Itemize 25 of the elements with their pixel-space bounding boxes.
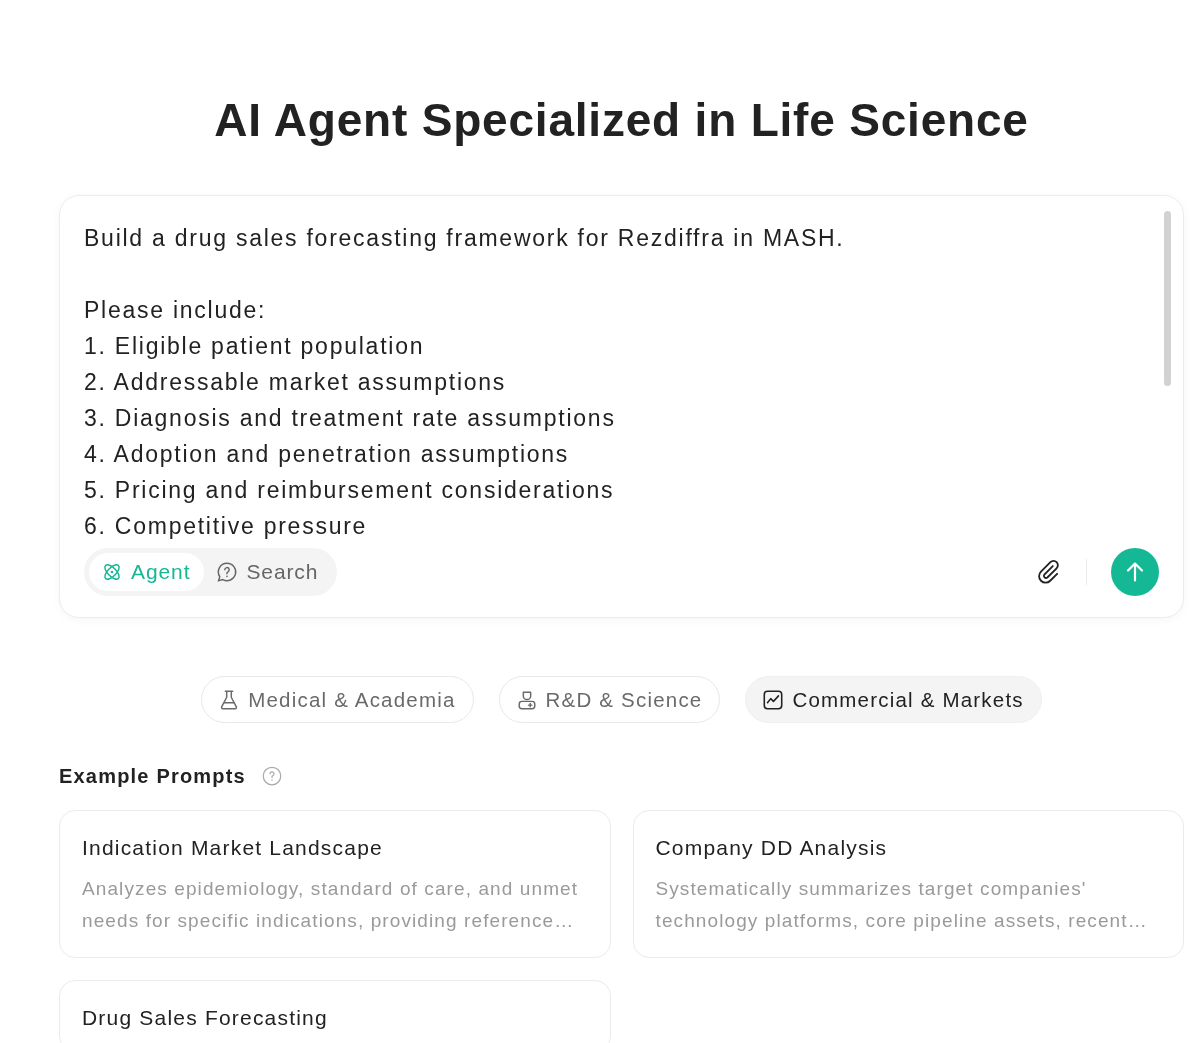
prompt-card[interactable]: Company DD Analysis Systematically summarizes target companies' technology platforms, core pipeline assets, recent… <box>632 810 1184 958</box>
card-title: Indication Market Landscape <box>82 835 384 861</box>
paperclip-icon <box>1036 559 1062 585</box>
section-heading: Example Prompts <box>59 764 246 788</box>
category-chip[interactable]: R&D & Science <box>498 676 721 723</box>
mode-tab[interactable]: Search <box>204 553 333 591</box>
card-title: Drug Sales Forecasting <box>82 1005 329 1031</box>
card-title: Company DD Analysis <box>655 835 889 861</box>
question-bubble-icon <box>216 561 239 583</box>
help-icon[interactable] <box>261 766 282 786</box>
prompt-card[interactable]: Drug Sales Forecasting <box>59 980 611 1043</box>
category-chip[interactable]: Medical & Academia <box>201 676 474 723</box>
prompt-composer[interactable] <box>59 195 1184 618</box>
line-chart-icon <box>762 688 785 711</box>
scrollbar-thumb[interactable] <box>1164 211 1171 386</box>
category-chip[interactable]: Commercial & Markets <box>745 676 1042 723</box>
send-button[interactable] <box>1111 548 1159 596</box>
prompt-card[interactable]: Indication Market Landscape Analyzes epidemiology, standard of care, and unmet needs for specific indications, providing reference… <box>59 810 611 958</box>
attach-button[interactable] <box>1036 559 1062 585</box>
card-description: Systematically summarizes target companies' technology platforms, core pipeline assets, recent… <box>655 877 1149 933</box>
person-plus-icon <box>515 688 538 711</box>
card-description: Analyzes epidemiology, standard of care, and unmet needs for specific indications, providing reference… <box>82 877 580 933</box>
atom-icon <box>101 561 123 583</box>
prompt-input[interactable]: Build a drug sales forecasting framework for Rezdiffra in MASH. Please include: 1. Eligible patient population 2. Addressable market assumptions 3. Diagnosis and treatment rate assumptions 4. Adoption and penetration assumptions 5. Pricing and reimbursement considerations 6. Competitive pressure <box>84 220 1124 544</box>
page-title: AI Agent Specialized in Life Science <box>213 93 1030 148</box>
